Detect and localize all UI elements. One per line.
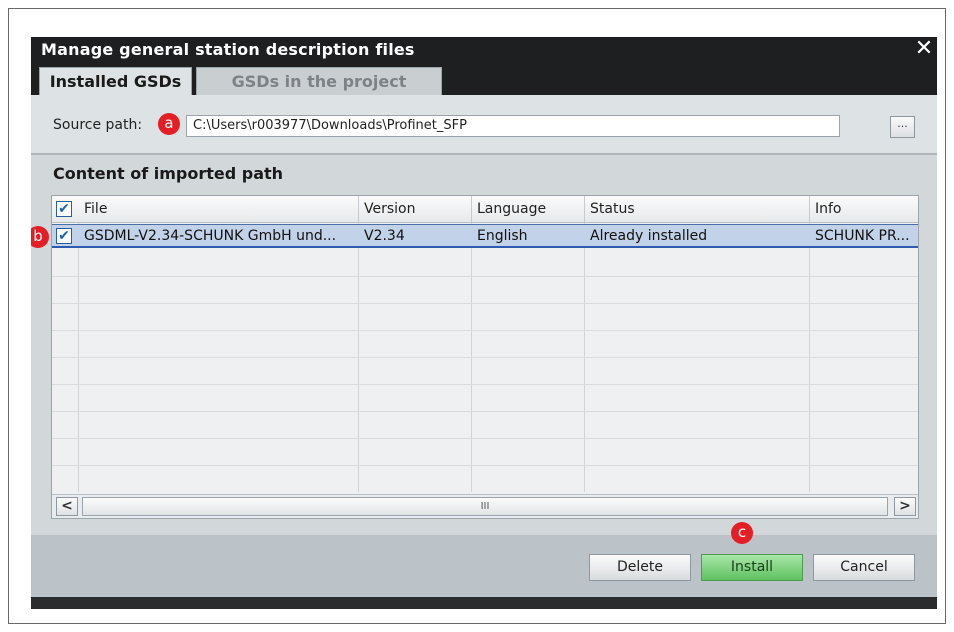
cancel-button[interactable]: Cancel xyxy=(813,554,915,581)
callout-a: a xyxy=(158,113,180,135)
header-divider xyxy=(809,196,810,222)
source-path-label: Source path: xyxy=(53,117,143,133)
close-icon[interactable]: ✕ xyxy=(913,38,935,60)
column-header-file[interactable]: File xyxy=(84,196,107,222)
row-checkbox[interactable]: ✔ xyxy=(56,228,72,244)
gsd-dialog: Manage general station description files… xyxy=(31,37,937,609)
button-bar: Delete Install Cancel xyxy=(31,535,937,597)
source-path-panel: Source path: a C:\Users\r003977\Download… xyxy=(31,95,937,153)
row-divider xyxy=(52,411,918,412)
callout-b: b xyxy=(31,226,49,248)
row-divider xyxy=(52,438,918,439)
dialog-title: Manage general station description files xyxy=(41,40,415,59)
column-header-info[interactable]: Info xyxy=(815,196,842,222)
cell-info: SCHUNK PR... xyxy=(815,228,910,244)
delete-button[interactable]: Delete xyxy=(589,554,691,581)
cell-file: GSDML-V2.34-SCHUNK GmbH und... xyxy=(84,228,337,244)
dialog-footer-strip xyxy=(31,597,937,609)
cell-language: English xyxy=(477,228,528,244)
column-header-language[interactable]: Language xyxy=(477,196,546,222)
row-divider xyxy=(52,276,918,277)
header-divider xyxy=(358,196,359,222)
source-path-input[interactable]: C:\Users\r003977\Downloads\Profinet_SFP xyxy=(186,115,840,137)
row-divider xyxy=(52,303,918,304)
header-divider xyxy=(584,196,585,222)
select-all-checkbox[interactable]: ✔ xyxy=(56,201,72,217)
row-divider xyxy=(52,330,918,331)
section-divider xyxy=(31,153,937,155)
cell-version: V2.34 xyxy=(364,228,405,244)
row-divider xyxy=(52,465,918,466)
install-button[interactable]: Install xyxy=(701,554,803,581)
cell-status: Already installed xyxy=(590,228,708,244)
scrollbar-thumb[interactable]: III xyxy=(82,497,888,516)
table-header: ✔ File Version Language Status Info xyxy=(52,196,918,223)
gsd-file-table: ✔ File Version Language Status Info ✔ GS… xyxy=(51,195,919,519)
column-header-status[interactable]: Status xyxy=(590,196,635,222)
tab-installed-gsds[interactable]: Installed GSDs xyxy=(39,67,192,95)
title-bar: Manage general station description files… xyxy=(31,37,937,63)
tab-gsds-in-project[interactable]: GSDs in the project xyxy=(196,67,442,95)
tab-strip: Installed GSDs GSDs in the project xyxy=(31,63,937,95)
column-header-version[interactable]: Version xyxy=(364,196,415,222)
row-divider xyxy=(52,384,918,385)
header-divider xyxy=(471,196,472,222)
browse-button[interactable]: ... xyxy=(890,116,915,138)
table-row[interactable]: ✔ GSDML-V2.34-SCHUNK GmbH und... V2.34 E… xyxy=(52,224,918,248)
horizontal-scrollbar[interactable]: < III > xyxy=(52,494,918,518)
callout-c: c xyxy=(731,522,753,544)
scroll-left-icon[interactable]: < xyxy=(56,497,78,516)
content-heading: Content of imported path xyxy=(53,164,284,183)
row-divider xyxy=(52,357,918,358)
scroll-right-icon[interactable]: > xyxy=(894,497,916,516)
